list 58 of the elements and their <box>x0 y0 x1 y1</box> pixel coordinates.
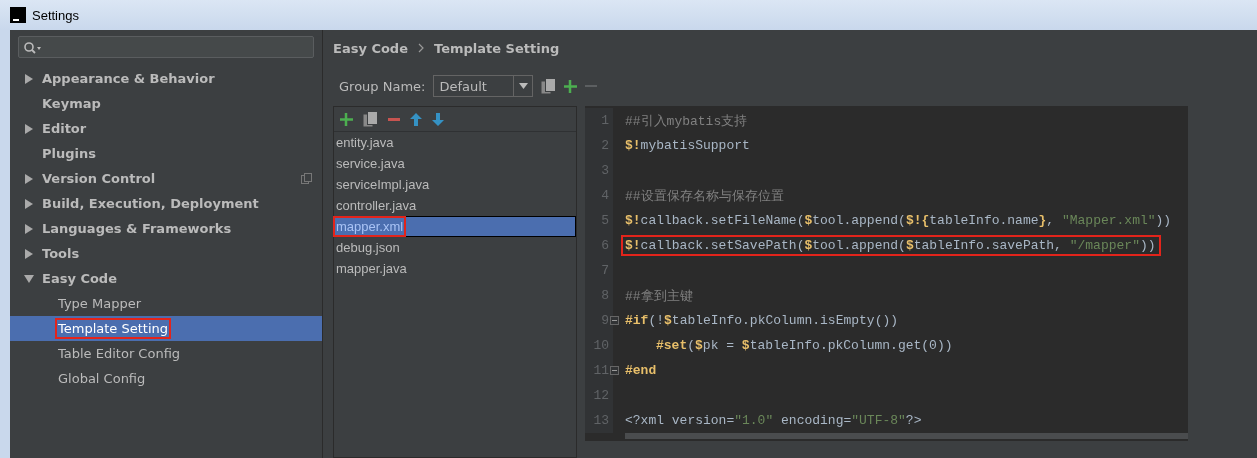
sidebar-item[interactable]: Version Control <box>10 166 322 191</box>
expand-arrow-icon[interactable] <box>24 248 34 259</box>
code-line: ##拿到主键 <box>624 287 694 306</box>
add-icon[interactable] <box>340 112 353 126</box>
code-line: $!mybatisSupport <box>624 137 751 155</box>
sidebar-item[interactable]: Type Mapper <box>10 291 322 316</box>
template-item[interactable]: entity.java <box>334 132 576 153</box>
copy-icon[interactable] <box>363 111 378 127</box>
copy-icon[interactable] <box>541 78 557 94</box>
code-line: ##设置保存名称与保存位置 <box>624 187 785 206</box>
sidebar-item[interactable]: Appearance & Behavior <box>10 66 322 91</box>
template-item[interactable]: mapper.xml <box>334 216 576 237</box>
template-item[interactable]: mapper.java <box>334 258 576 279</box>
code-line: #if(!$tableInfo.pkColumn.isEmpty()) <box>624 312 900 330</box>
add-icon[interactable] <box>564 79 578 93</box>
search-icon <box>23 40 41 54</box>
search-field[interactable] <box>18 36 314 58</box>
sidebar-item[interactable]: Build, Execution, Deployment <box>10 191 322 216</box>
group-name-label: Group Name: <box>339 78 426 94</box>
caret-icon <box>518 83 528 89</box>
code-line: <?xml version="1.0" encoding="UTF-8"?> <box>624 412 923 430</box>
window-title: Settings <box>32 7 79 23</box>
expand-arrow-icon[interactable] <box>24 73 34 84</box>
expand-arrow-icon[interactable] <box>24 273 34 284</box>
fold-icon[interactable] <box>610 316 619 325</box>
arrow-down-icon[interactable] <box>432 112 444 126</box>
template-item[interactable]: debug.json <box>334 237 576 258</box>
scrollbar[interactable] <box>625 433 1188 439</box>
code-editor[interactable] <box>585 106 1188 441</box>
fold-icon[interactable] <box>610 366 619 375</box>
copy-icon <box>301 173 312 184</box>
expand-arrow-icon[interactable] <box>24 223 34 234</box>
code-line: #end <box>624 362 658 380</box>
code-line: #set($pk = $tableInfo.pkColumn.get(0)) <box>655 337 954 355</box>
sidebar-item[interactable]: Template Setting <box>10 316 322 341</box>
sidebar-item[interactable]: Tools <box>10 241 322 266</box>
sidebar-item[interactable]: Keymap <box>10 91 322 116</box>
sidebar-item[interactable]: Languages & Frameworks <box>10 216 322 241</box>
template-item[interactable]: service.java <box>334 153 576 174</box>
template-item[interactable]: serviceImpl.java <box>334 174 576 195</box>
chevron-icon <box>418 43 424 53</box>
sidebar-item[interactable]: Global Config <box>10 366 322 391</box>
remove-icon[interactable] <box>388 117 400 121</box>
breadcrumb-item[interactable]: Template Setting <box>434 40 560 56</box>
sidebar-item[interactable]: Editor <box>10 116 322 141</box>
expand-arrow-icon[interactable] <box>24 173 34 184</box>
expand-arrow-icon[interactable] <box>24 198 34 209</box>
arrow-up-icon[interactable] <box>410 112 422 126</box>
group-dropdown[interactable]: Default <box>433 75 534 97</box>
app-icon <box>10 7 26 23</box>
sidebar-item[interactable]: Easy Code <box>10 266 322 291</box>
template-item[interactable]: controller.java <box>334 195 576 216</box>
code-line: $!callback.setFileName($tool.append($!{tableInfo.name}, "Mapper.xml")) <box>624 212 1173 230</box>
code-line: ##引入mybatis支持 <box>624 112 749 131</box>
expand-arrow-icon[interactable] <box>24 123 34 134</box>
sidebar-item[interactable]: Plugins <box>10 141 322 166</box>
sidebar-item[interactable]: Table Editor Config <box>10 341 322 366</box>
breadcrumb-item[interactable]: Easy Code <box>333 40 408 56</box>
